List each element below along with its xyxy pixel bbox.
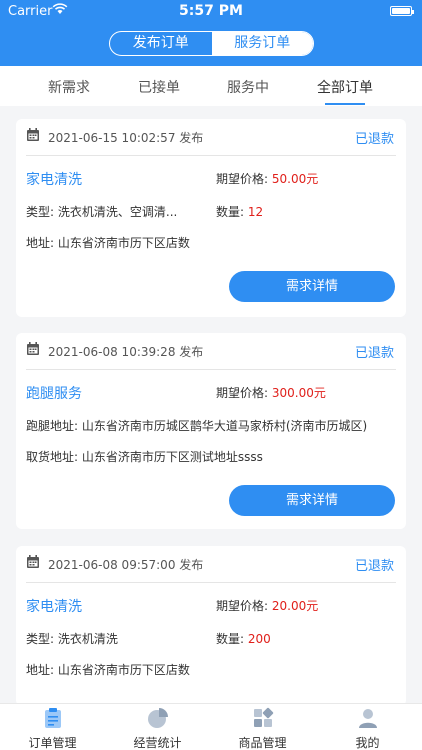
errand-address-value: 山东省济南市历城区鹊华大道马家桥村(济南市历城区) [81,419,368,433]
segment-publish-orders[interactable]: 发布订单 [110,32,212,55]
nav-order-management[interactable]: 订单管理 [0,704,105,750]
status-tabs: 新需求 已接单 服务中 全部订单 [0,66,422,106]
errand-address-label: 跑腿地址: [26,419,79,433]
user-icon [359,709,377,728]
order-time: 2021-06-08 10:39:28 发布 [48,345,204,359]
order-card[interactable]: 2021-06-15 10:02:57 发布 已退款 家电清洗 期望价格: 50… [16,119,406,317]
pickup-address-label: 取货地址: [26,450,79,464]
nav-label: 经营统计 [133,736,182,750]
nav-label: 商品管理 [238,736,287,750]
quantity-field: 数量: 12 [216,203,263,220]
order-time: 2021-06-08 09:57:00 发布 [48,558,204,572]
quantity-label: 数量: [216,632,245,646]
type-value: 洗衣机清洗、空调清... [57,205,178,219]
type-field: 类型: 洗衣机清洗、空调清... [26,203,177,220]
battery-icon [390,6,414,16]
service-name: 家电清洗 [26,172,82,188]
quantity-label: 数量: [216,205,245,219]
tab-new[interactable]: 新需求 [29,77,109,97]
pickup-address-value: 山东省济南市历下区测试地址ssss [81,450,263,464]
grid-icon [254,707,274,727]
order-status: 已退款 [354,346,394,361]
quantity-field: 数量: 200 [216,630,271,647]
segment-service-orders[interactable]: 服务订单 [211,32,313,55]
address-label: 地址: [26,236,55,250]
order-card[interactable]: 2021-06-08 10:39:28 发布 已退款 跑腿服务 期望价格: 30… [16,333,406,529]
address-label: 地址: [26,663,55,677]
bottom-tab-bar: 订单管理 经营统计 商品管理 我的 [0,703,422,750]
order-status: 已退款 [354,132,394,147]
nav-business-stats[interactable]: 经营统计 [105,704,210,750]
price-label: 期望价格: [216,599,269,613]
address-value: 山东省济南市历下区店数 [57,663,190,677]
price-field: 期望价格: 20.00元 [216,597,318,614]
calendar-icon [27,128,39,141]
pie-chart-icon [148,708,168,728]
order-card-header: 2021-06-15 10:02:57 发布 已退款 [16,119,406,155]
active-tab-indicator [325,103,365,105]
pickup-address-field: 取货地址: 山东省济南市历下区测试地址ssss [26,448,263,465]
service-name: 跑腿服务 [26,386,82,402]
nav-product-management[interactable]: 商品管理 [210,704,315,750]
quantity-value: 12 [247,205,264,219]
price-label: 期望价格: [216,172,269,186]
order-card-header: 2021-06-08 10:39:28 发布 已退款 [16,333,406,369]
order-card-header: 2021-06-08 09:57:00 发布 已退款 [16,546,406,582]
address-field: 地址: 山东省济南市历下区店数 [26,234,190,251]
status-bar: Carrier 5:57 PM [0,0,422,24]
calendar-icon [27,555,39,568]
divider [26,155,396,156]
nav-label: 我的 [355,736,380,750]
divider [26,369,396,370]
nav-mine[interactable]: 我的 [315,704,420,750]
order-type-segment: 发布订单 服务订单 [109,31,314,56]
calendar-icon [27,342,39,355]
clock: 5:57 PM [179,3,243,19]
price-value: 300.00元 [271,386,326,400]
price-value: 50.00元 [271,172,319,186]
address-value: 山东省济南市历下区店数 [57,236,190,250]
service-name: 家电清洗 [26,599,82,615]
type-label: 类型: [26,205,55,219]
nav-label: 订单管理 [28,736,77,750]
price-field: 期望价格: 300.00元 [216,384,326,401]
order-card[interactable]: 2021-06-08 09:57:00 发布 已退款 家电清洗 期望价格: 20… [16,546,406,706]
price-label: 期望价格: [216,386,269,400]
order-detail-button[interactable]: 需求详情 [229,485,395,516]
clipboard-icon [45,708,61,728]
header: Carrier 5:57 PM 发布订单 服务订单 [0,0,422,66]
order-detail-button[interactable]: 需求详情 [229,271,395,302]
quantity-value: 200 [247,632,271,646]
tab-all-orders[interactable]: 全部订单 [305,77,385,97]
type-value: 洗衣机清洗 [57,632,118,646]
type-label: 类型: [26,632,55,646]
divider [26,582,396,583]
address-field: 地址: 山东省济南市历下区店数 [26,661,190,678]
price-field: 期望价格: 50.00元 [216,170,318,187]
errand-address-field: 跑腿地址: 山东省济南市历城区鹊华大道马家桥村(济南市历城区) [26,417,367,434]
tab-in-service[interactable]: 服务中 [208,77,288,97]
type-field: 类型: 洗衣机清洗 [26,630,118,647]
order-status: 已退款 [354,559,394,574]
price-value: 20.00元 [271,599,319,613]
tab-accepted[interactable]: 已接单 [119,77,199,97]
order-time: 2021-06-15 10:02:57 发布 [48,131,204,145]
